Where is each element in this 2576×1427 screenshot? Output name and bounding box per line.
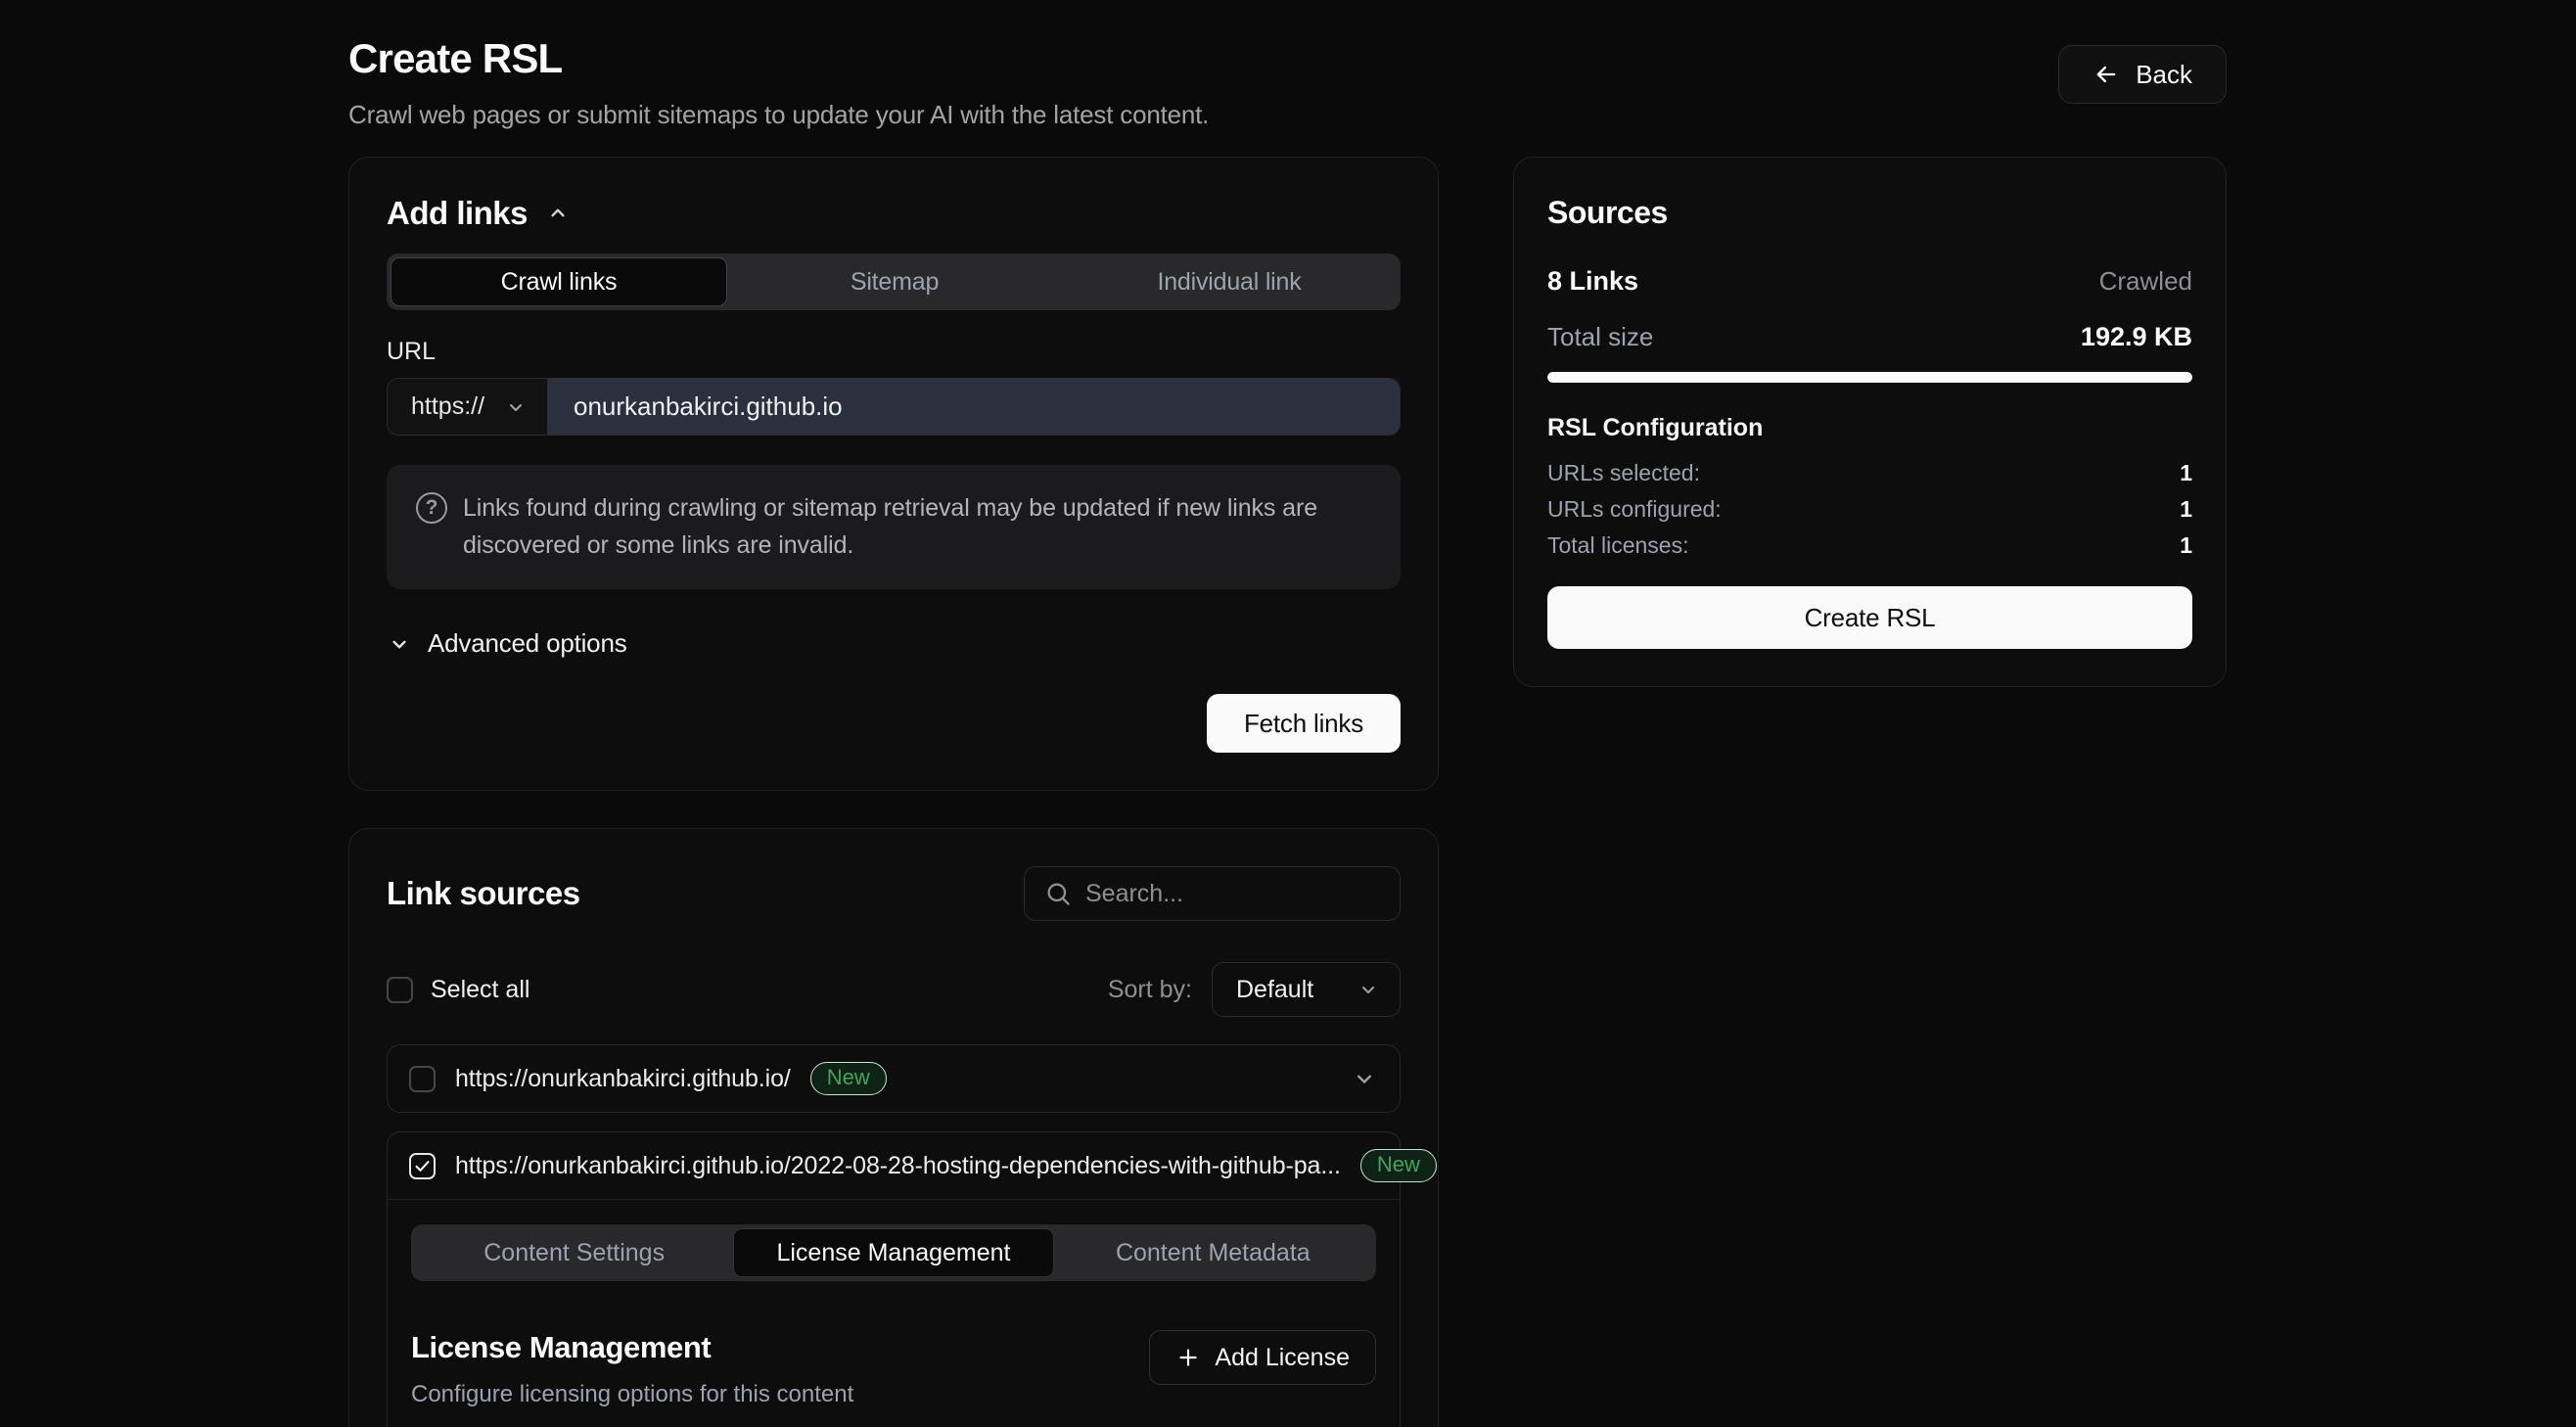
page-title: Create RSL <box>348 35 1209 82</box>
advanced-options-label: Advanced options <box>428 628 627 659</box>
total-size-label: Total size <box>1547 322 1653 352</box>
url-label: URL <box>387 338 1401 366</box>
stat-label: URLs selected: <box>1547 460 1700 486</box>
links-status: Crawled <box>2099 266 2192 297</box>
tab-crawl-links[interactable]: Crawl links <box>391 257 727 306</box>
arrow-left-icon <box>2093 61 2120 88</box>
add-license-label: Add License <box>1215 1344 1350 1372</box>
url-input-group: https:// <box>387 378 1401 436</box>
link-url: https://onurkanbakirci.github.io/2022-08… <box>455 1152 1341 1180</box>
link-checkbox-checked[interactable] <box>409 1153 436 1179</box>
back-button[interactable]: Back <box>2058 45 2227 104</box>
link-url: https://onurkanbakirci.github.io/ <box>455 1065 791 1093</box>
create-rsl-button[interactable]: Create RSL <box>1547 586 2192 649</box>
license-heading-block: License Management Configure licensing o… <box>411 1330 853 1408</box>
select-all-checkbox[interactable] <box>387 977 413 1003</box>
size-progress-fill <box>1547 372 2192 383</box>
add-links-panel: Add links Crawl links Sitemap Individual… <box>348 157 1439 791</box>
stat-label: URLs configured: <box>1547 496 1722 523</box>
select-all-label: Select all <box>431 976 529 1004</box>
link-sources-header: Link sources <box>387 866 1401 921</box>
link-row-expanded: https://onurkanbakirci.github.io/2022-08… <box>387 1131 1401 1427</box>
stat-row: Total licenses: 1 <box>1547 532 2192 559</box>
sources-title: Sources <box>1547 195 2192 231</box>
search-icon <box>1044 880 1072 907</box>
page-header: Create RSL Crawl web pages or submit sit… <box>348 35 1209 130</box>
tab-sitemap[interactable]: Sitemap <box>727 257 1062 306</box>
link-checkbox[interactable] <box>409 1066 436 1092</box>
crawl-info-text: Links found during crawling or sitemap r… <box>463 490 1371 564</box>
protocol-select[interactable]: https:// <box>388 379 548 435</box>
sort-group: Sort by: Default <box>1108 962 1401 1017</box>
sources-panel: Sources 8 Links Crawled Total size 192.9… <box>1513 157 2227 687</box>
total-size-value: 192.9 KB <box>2081 322 2192 352</box>
detail-tabs: Content Settings License Management Cont… <box>411 1224 1376 1281</box>
chevron-down-icon[interactable] <box>1351 1065 1378 1092</box>
url-input[interactable] <box>548 379 1400 435</box>
fetch-links-button[interactable]: Fetch links <box>1207 694 1401 753</box>
tab-content-metadata[interactable]: Content Metadata <box>1054 1228 1372 1277</box>
search-box <box>1024 866 1401 921</box>
add-links-header[interactable]: Add links <box>387 195 1401 232</box>
advanced-options-toggle[interactable]: Advanced options <box>387 628 1401 659</box>
sort-by-label: Sort by: <box>1108 976 1192 1004</box>
add-license-button[interactable]: Add License <box>1149 1330 1376 1385</box>
new-badge: New <box>1360 1149 1437 1182</box>
tab-content-settings[interactable]: Content Settings <box>415 1228 733 1277</box>
back-button-label: Back <box>2136 60 2192 90</box>
create-rsl-page: Create RSL Crawl web pages or submit sit… <box>0 0 2576 1427</box>
stat-value: 1 <box>2180 532 2192 559</box>
stat-value: 1 <box>2180 460 2192 486</box>
stat-row: URLs configured: 1 <box>1547 496 2192 523</box>
plus-icon <box>1175 1345 1201 1370</box>
total-size-row: Total size 192.9 KB <box>1547 322 2192 352</box>
tab-individual-link[interactable]: Individual link <box>1062 257 1397 306</box>
add-links-tabs: Crawl links Sitemap Individual link <box>387 253 1401 310</box>
chevron-down-icon <box>504 395 528 419</box>
link-row: https://onurkanbakirci.github.io/ New <box>387 1044 1401 1113</box>
rsl-config-stats: URLs selected: 1 URLs configured: 1 Tota… <box>1547 460 2192 559</box>
stat-label: Total licenses: <box>1547 532 1688 559</box>
links-summary-row: 8 Links Crawled <box>1547 266 2192 297</box>
protocol-value: https:// <box>411 392 484 421</box>
main-column: Add links Crawl links Sitemap Individual… <box>348 157 1439 1427</box>
size-progress-bar <box>1547 372 2192 383</box>
help-circle-icon: ? <box>416 492 447 524</box>
link-row-header[interactable]: https://onurkanbakirci.github.io/ New <box>388 1045 1400 1112</box>
aside-column: Sources 8 Links Crawled Total size 192.9… <box>1513 157 2227 687</box>
new-badge: New <box>810 1062 887 1095</box>
add-links-title: Add links <box>387 195 528 232</box>
link-row-detail: Content Settings License Management Cont… <box>388 1199 1400 1427</box>
stat-value: 1 <box>2180 496 2192 523</box>
link-sources-panel: Link sources Select all Sort by: Default <box>348 828 1439 1427</box>
license-section-header: License Management Configure licensing o… <box>411 1330 1376 1408</box>
stat-row: URLs selected: 1 <box>1547 460 2192 486</box>
sort-select[interactable]: Default <box>1212 962 1401 1017</box>
sort-select-value: Default <box>1236 976 1313 1004</box>
license-section-subtitle: Configure licensing options for this con… <box>411 1381 853 1408</box>
link-row-header[interactable]: https://onurkanbakirci.github.io/2022-08… <box>388 1132 1400 1199</box>
link-sources-title: Link sources <box>387 875 580 912</box>
chevron-down-icon <box>387 631 412 657</box>
fetch-row: Fetch links <box>387 694 1401 753</box>
tab-license-management[interactable]: License Management <box>733 1228 1053 1277</box>
rsl-config-title: RSL Configuration <box>1547 414 2192 442</box>
search-input[interactable] <box>1085 880 1401 908</box>
chevron-down-icon <box>1357 978 1380 1001</box>
chevron-up-icon <box>545 201 571 226</box>
license-section-title: License Management <box>411 1330 853 1365</box>
crawl-info-box: ? Links found during crawling or sitemap… <box>387 465 1401 589</box>
links-count: 8 Links <box>1547 266 1638 297</box>
select-all[interactable]: Select all <box>387 976 529 1004</box>
page-subtitle: Crawl web pages or submit sitemaps to up… <box>348 100 1209 130</box>
list-controls: Select all Sort by: Default <box>387 962 1401 1017</box>
